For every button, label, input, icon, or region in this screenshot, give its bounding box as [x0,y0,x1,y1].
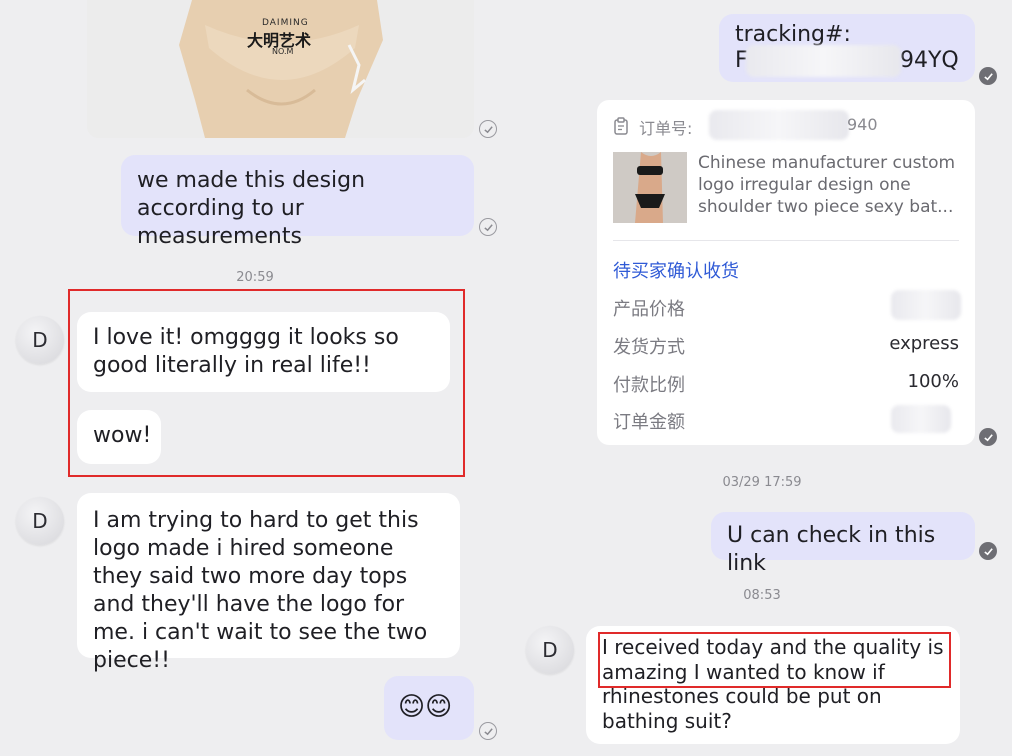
redacted-order-number [709,110,849,140]
message-text: I am trying to hard to get this logo mad… [93,508,428,673]
message-outgoing[interactable]: U can check in this link [711,512,975,576]
row-label-shipping: 发货方式 [613,337,685,358]
logo-text-bottom: NO.M [272,47,294,56]
redacted-order-amount [891,405,951,433]
row-label-payment-ratio: 付款比例 [613,375,685,396]
row-value-shipping: express [889,333,959,354]
order-card[interactable]: 订单号: 940 Chinese manufacturer custom log… [597,100,975,445]
avatar[interactable]: D [526,626,574,674]
divider [613,240,959,241]
avatar[interactable]: D [16,316,64,364]
order-status: 待买家确认收货 [613,261,739,282]
timestamp: 08:53 [743,588,781,603]
row-value-payment-ratio: 100% [907,371,959,392]
avatar-letter: D [542,638,558,662]
avatar-letter: D [32,509,48,533]
read-check-icon [979,542,997,560]
avatar-letter: D [32,328,48,352]
message-outgoing[interactable]: 😊😊 [384,676,474,740]
read-check-icon [479,218,497,236]
read-check-icon [979,67,997,85]
highlight-annotation-box [68,289,465,477]
product-title[interactable]: Chinese manufacturer custom logo irregul… [698,152,966,220]
redacted-tracking-number [746,45,901,77]
order-number-label: 订单号: [639,119,693,138]
message-text: U can check in this link [727,523,936,576]
timestamp: 03/29 17:59 [722,475,802,490]
row-label-price: 产品价格 [613,299,685,320]
message-outgoing[interactable]: we made this design according to ur meas… [121,155,474,249]
read-check-icon [479,722,497,740]
product-thumbnail[interactable] [613,152,687,223]
emoji-message: 😊😊 [398,692,453,722]
read-check-icon [479,120,497,138]
read-check-icon [979,428,997,446]
product-photo-message[interactable]: DAIMING 大明艺术 NO.M [87,0,474,138]
highlight-annotation-box [598,632,951,688]
chat-pane-right[interactable]: tracking#: F 94YQ 订单号: 940 Chinese manuf… [506,0,1012,756]
message-incoming[interactable]: I am trying to hard to get this logo mad… [77,493,460,673]
order-clipboard-icon [614,117,628,135]
order-number-suffix: 940 [847,115,878,134]
message-text: we made this design according to ur meas… [137,168,366,249]
redacted-price [891,290,961,320]
tracking-suffix: 94YQ [900,48,959,73]
row-label-order-amount: 订单金额 [613,412,685,433]
avatar[interactable]: D [16,497,64,545]
chat-pane-left[interactable]: DAIMING 大明艺术 NO.M we made this design ac… [0,0,506,756]
timestamp: 20:59 [236,270,274,285]
